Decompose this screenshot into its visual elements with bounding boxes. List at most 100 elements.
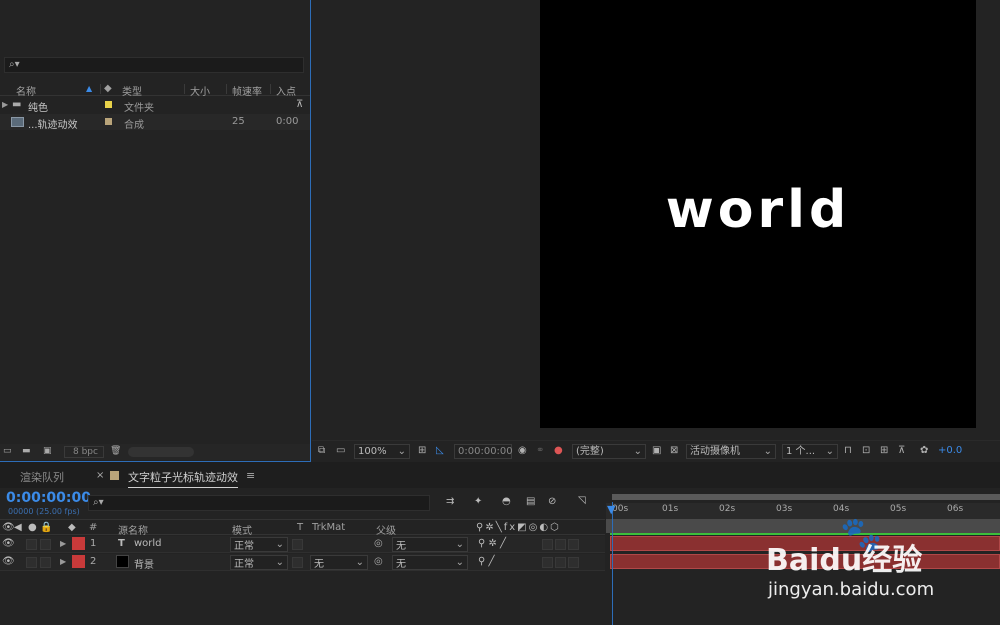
layer-switches-icon[interactable]: ⚲ ╱ [478,556,495,567]
audio-toggle-icon[interactable]: ◀ [14,522,22,533]
lock-toggle[interactable] [40,539,51,550]
switches-icons[interactable]: ⚲✲╲fx◩◎◐⬡ [476,522,561,533]
flowchart-icon[interactable]: ⊼ [898,445,905,456]
tab-composition[interactable]: 文字粒子光标轨迹动效 [128,469,238,489]
horizontal-scrollbar[interactable] [128,447,194,457]
camera-dropdown[interactable]: 活动摄像机 ⌄ [686,444,776,459]
region-of-interest-icon[interactable]: ▣ [652,445,661,456]
layer-name[interactable]: world [134,538,162,549]
switch-box[interactable] [555,557,566,568]
label-color-swatch[interactable] [105,118,112,125]
trash-icon[interactable]: 🗑 [110,446,121,456]
mask-visibility-icon[interactable]: ◺ [436,445,444,456]
project-item-folder[interactable]: ▶ ▬ 纯色 文件夹 ⊼ [0,97,310,114]
label-color-swatch[interactable] [72,555,85,568]
graph-editor-icon[interactable]: ◹ [578,495,586,506]
video-toggle-icon[interactable]: 👁 [2,522,15,533]
layer-number: 2 [90,556,97,567]
snapshot-icon[interactable]: ◉ [518,445,527,456]
layer-row[interactable]: 👁 ▶ 1 T world 正常 ⌄ ◎ 无 ⌄ ⚲ ✲ ╱ [0,536,605,553]
layer-name[interactable]: 背景 [134,556,154,571]
column-parent[interactable]: 父级 [376,522,396,537]
preserve-transparency-toggle[interactable] [292,557,303,568]
exposure-icon[interactable]: ✿ [920,445,928,456]
exposure-value[interactable]: +0.0 [938,445,962,456]
close-tab-icon[interactable]: × [96,470,104,481]
project-item-comp[interactable]: ...轨迹动效 合成 25 0:00 [0,114,310,131]
column-mode[interactable]: 模式 [232,522,252,537]
column-trkmat[interactable]: TrkMat [312,522,345,533]
new-folder-icon[interactable]: ▬ [22,446,31,456]
zoom-dropdown[interactable]: 100% ⌄ [354,444,410,459]
resolution-dropdown[interactable]: (完整) ⌄ [572,444,646,459]
column-inpoint[interactable]: 入点 [276,83,296,98]
views-dropdown[interactable]: 1 个... ⌄ [782,444,838,459]
column-framerate[interactable]: 帧速率 [232,83,262,98]
audio-toggle[interactable] [26,539,37,550]
bpc-button[interactable]: 8 bpc [64,446,104,458]
label-tag-icon[interactable]: ◆ [68,522,76,533]
viewer-timecode[interactable]: 0:00:00:00 [454,444,513,459]
column-name[interactable]: 名称 [16,83,36,98]
trkmat-dropdown[interactable]: 无 ⌄ [310,555,368,570]
layer-switches-icon[interactable]: ⚲ ✲ ╱ [478,538,506,549]
switch-box[interactable] [555,539,566,550]
switch-box[interactable] [568,557,579,568]
eye-icon[interactable]: 👁 [2,556,15,567]
timeline-search-input[interactable]: ⌕▾ [88,495,430,511]
switch-box[interactable] [542,539,553,550]
blend-mode-dropdown[interactable]: 正常 ⌄ [230,537,288,552]
channel-icon[interactable]: ● [554,445,563,456]
current-time-indicator[interactable] [612,502,613,625]
pick-whip-icon[interactable]: ◎ [374,538,383,549]
frame-info: 00000 (25.00 fps) [8,507,80,516]
project-search-input[interactable]: ⌕▾ [4,57,304,73]
tab-menu-icon[interactable]: ≡ [246,469,255,482]
lock-toggle[interactable] [40,557,51,568]
blend-mode-dropdown[interactable]: 正常 ⌄ [230,555,288,570]
tab-render-queue[interactable]: 渲染队列 [20,469,64,485]
expand-arrow-icon[interactable]: ▶ [2,100,8,109]
current-time-display[interactable]: 0:00:00:00 [6,490,91,506]
search-icon: ⌕▾ [93,497,104,508]
eye-icon[interactable]: 👁 [2,538,15,549]
hierarchy-icon[interactable]: ⊼ [296,99,303,110]
comp-mini-flowchart-icon[interactable]: ⇉ [446,496,454,507]
switch-box[interactable] [568,539,579,550]
column-size[interactable]: 大小 [190,83,210,98]
column-type[interactable]: 类型 [122,83,142,98]
always-preview-icon[interactable]: ⧉ [318,445,325,456]
interpret-footage-icon[interactable]: ▭ [3,446,12,456]
audio-toggle[interactable] [26,557,37,568]
parent-dropdown[interactable]: 无 ⌄ [392,555,468,570]
sort-asc-icon[interactable]: ▲ [86,84,92,93]
expand-arrow-icon[interactable]: ▶ [60,539,66,548]
new-composition-icon[interactable]: ▣ [43,446,52,456]
transparency-grid-icon[interactable]: ⊠ [670,445,678,456]
draft-3d-icon[interactable]: ✦ [474,496,482,507]
layer-row[interactable]: 👁 ▶ 2 背景 正常 ⌄ 无 ⌄ ◎ 无 ⌄ ⚲ ╱ [0,554,605,571]
frame-blending-icon[interactable]: ▤ [526,496,535,507]
grid-icon[interactable]: ⊞ [418,445,426,456]
label-color-swatch[interactable] [72,537,85,550]
solo-icon[interactable]: ● [28,522,37,533]
toggle-pixel-icon[interactable]: ⊓ [844,445,852,456]
motion-blur-icon[interactable]: ⊘ [548,496,556,507]
composition-canvas[interactable]: world [540,0,976,428]
work-area-bar[interactable] [612,494,1000,500]
playhead-icon[interactable]: ▼ [607,503,615,516]
switch-box[interactable] [542,557,553,568]
column-source-name[interactable]: 源名称 [118,522,148,537]
shy-layers-icon[interactable]: ◓ [502,496,511,507]
label-tag-icon[interactable]: ◆ [104,83,112,94]
expand-arrow-icon[interactable]: ▶ [60,557,66,566]
monitor-icon[interactable]: ▭ [336,445,345,456]
preserve-transparency-toggle[interactable] [292,539,303,550]
timeline-icon[interactable]: ⊞ [880,445,888,456]
label-color-swatch[interactable] [105,101,112,108]
pick-whip-icon[interactable]: ◎ [374,556,383,567]
fast-preview-icon[interactable]: ⊡ [862,445,870,456]
parent-dropdown[interactable]: 无 ⌄ [392,537,468,552]
lock-icon[interactable]: 🔒 [40,522,52,533]
show-snapshot-icon[interactable]: ⚭ [536,445,544,456]
